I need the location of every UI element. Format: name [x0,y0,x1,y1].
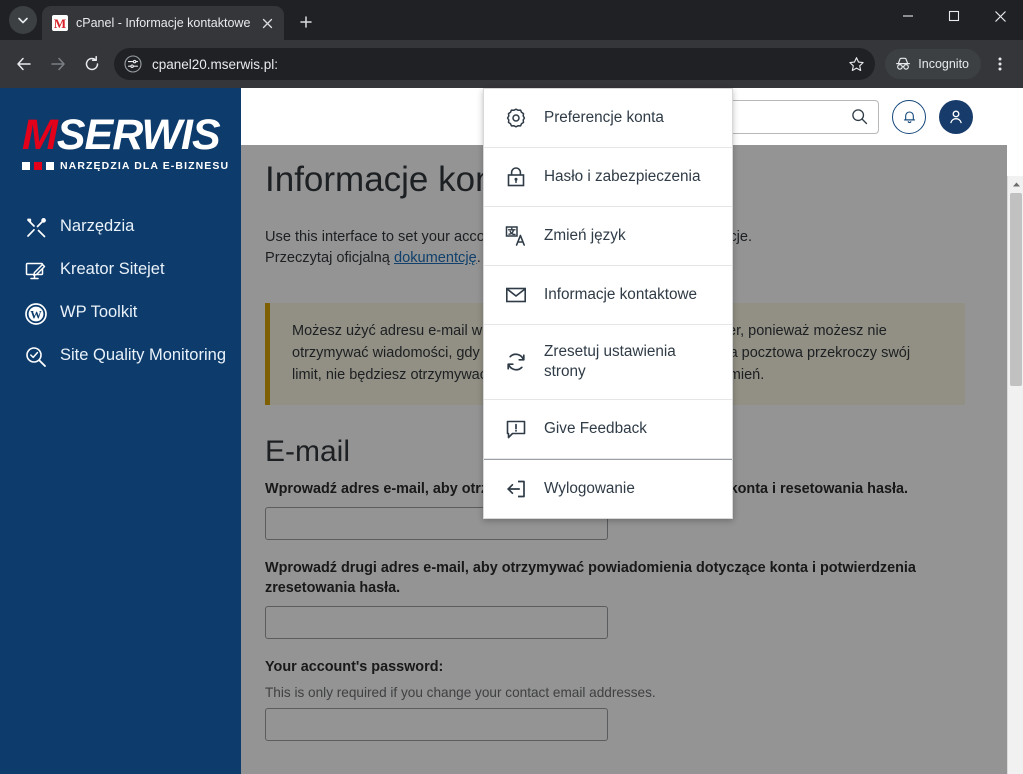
sidebar: MSERWIS NARZĘDZIA DLA E-BIZNESU Narzędzi… [0,88,241,774]
wordpress-icon: W [24,302,48,326]
feedback-bubble-icon [504,417,528,441]
close-icon [994,10,1006,22]
password-field-help: This is only required if you change your… [265,685,656,701]
translate-icon [504,224,528,248]
sidebar-item-label: Narzędzia [60,217,135,235]
maximize-icon [948,10,960,22]
logo-tagline-row: NARZĘDZIA DLA E-BIZNESU [22,160,241,172]
incognito-hat-icon [896,57,911,70]
password-field-label: Your account's password: [265,659,444,676]
bookmark-star-icon [849,56,864,71]
menu-item-haslo-i-zabezpieczenia[interactable]: Hasło i zabezpieczenia [484,148,732,207]
incognito-label: Incognito [918,57,969,71]
menu-item-informacje-kontaktowe[interactable]: Informacje kontaktowe [484,266,732,325]
envelope-icon [504,283,528,307]
bookmark-button[interactable] [843,51,869,77]
menu-item-preferencje-konta[interactable]: Preferencje konta [484,89,732,148]
menu-item-label: Zresetuj ustawienia strony [544,343,676,380]
window-controls [885,0,1023,40]
user-avatar-icon [950,109,962,123]
menu-item-label: Give Feedback [544,419,647,437]
account-dropdown-menu: Preferencje konta Hasło i zabezpieczenia [483,88,733,519]
back-arrow-icon [17,57,31,71]
sidebar-item-wp-toolkit[interactable]: W WP Toolkit [0,292,241,335]
minimize-button[interactable] [885,0,931,32]
logo-square-2 [34,162,42,170]
menu-item-give-feedback[interactable]: Give Feedback [484,400,732,459]
tab-close-button[interactable] [258,14,276,32]
logo-tagline: NARZĘDZIA DLA E-BIZNESU [60,160,230,172]
sidebar-item-kreator-sitejet[interactable]: Kreator Sitejet [0,249,241,292]
tune-icon [124,55,142,73]
browser-tab[interactable]: M cPanel - Informacje kontaktowe [42,6,285,40]
menu-item-wylogowanie[interactable]: Wylogowanie [484,458,732,518]
incognito-indicator[interactable]: Incognito [885,49,981,79]
notifications-button[interactable] [892,99,926,134]
new-tab-button[interactable] [292,8,320,36]
forward-arrow-icon [51,57,65,71]
svg-text:W: W [30,309,42,321]
reset-circular-arrows-icon [504,350,528,374]
menu-item-zmien-jezyk[interactable]: Zmień język [484,207,732,266]
minimize-icon [903,15,913,17]
reload-icon [85,55,99,71]
magnifier-check-icon [24,345,48,369]
monitor-pen-icon [24,259,48,283]
sidebar-item-label: Site Quality Monitoring [60,346,226,364]
maximize-button[interactable] [931,0,977,32]
logo-wordmark: MSERWIS [22,114,241,157]
sidebar-item-label: WP Toolkit [60,303,138,321]
logout-icon [504,477,528,501]
sidebar-item-label: Kreator Sitejet [60,260,165,278]
forward-button[interactable] [42,48,74,80]
menu-item-label: Informacje kontaktowe [544,286,698,304]
mserwis-favicon: M [52,15,68,31]
scrollbar-thumb[interactable] [1010,193,1022,386]
tab-title: cPanel - Informacje kontaktowe [76,16,251,30]
logo-square-3 [46,162,54,170]
email-field-2[interactable] [265,606,608,640]
logo-letters-serwis: SERWIS [56,111,221,159]
menu-item-label: Preferencje konta [544,109,664,127]
email-field-2-label: Wprowadź drugi adres e-mail, aby otrzymy… [265,559,916,596]
url-text: cpanel20.mserwis.pl: [152,56,279,72]
user-avatar-button[interactable] [939,99,973,134]
browser-toolbar: cpanel20.mserwis.pl: Incognito [0,40,1023,88]
intro-line-2-suffix: . [476,250,481,267]
close-icon [262,18,273,28]
kebab-menu-icon [998,57,1002,71]
back-button[interactable] [8,48,40,80]
scroll-up-arrow[interactable] [1008,176,1023,193]
bell-icon [903,111,915,124]
menu-item-label: Hasło i zabezpieczenia [544,168,701,186]
plus-icon [300,16,313,28]
logo-square-1 [22,162,30,170]
chevron-down-icon [18,17,28,24]
documentation-link[interactable]: dokumentcję [394,250,477,266]
menu-item-label: Zmień język [544,227,626,245]
browser-window: M cPanel - Informacje kontaktowe cpanel2… [0,0,1023,774]
menu-item-zresetuj-ustawienia-strony[interactable]: Zresetuj ustawienia strony [484,325,732,400]
gear-icon [504,106,528,130]
sidebar-nav: Narzędzia Kreator Sitejet W WP Toolkit S… [0,206,241,378]
reload-button[interactable] [76,48,108,80]
sidebar-item-narzedzia[interactable]: Narzędzia [0,206,241,249]
intro-line-2-prefix: Przeczytaj oficjalną [265,250,394,267]
mserwis-logo[interactable]: MSERWIS NARZĘDZIA DLA E-BIZNESU [0,88,241,172]
sidebar-item-site-quality-monitoring[interactable]: Site Quality Monitoring [0,335,241,378]
menu-item-label: Wylogowanie [544,479,635,497]
tab-strip: M cPanel - Informacje kontaktowe [0,0,1023,40]
site-settings-tune-icon[interactable] [122,53,144,75]
logo-letter-m: M [22,111,58,159]
address-bar[interactable]: cpanel20.mserwis.pl: [114,48,876,80]
search-icon[interactable] [851,108,868,125]
close-button[interactable] [977,0,1023,32]
chevron-up-icon [1012,182,1020,187]
lock-icon [504,165,528,189]
browser-menu-button[interactable] [985,49,1015,79]
page-scrollbar[interactable] [1007,176,1023,774]
password-field[interactable] [265,708,608,742]
tools-icon [24,216,48,240]
tab-search-button[interactable] [9,6,37,34]
